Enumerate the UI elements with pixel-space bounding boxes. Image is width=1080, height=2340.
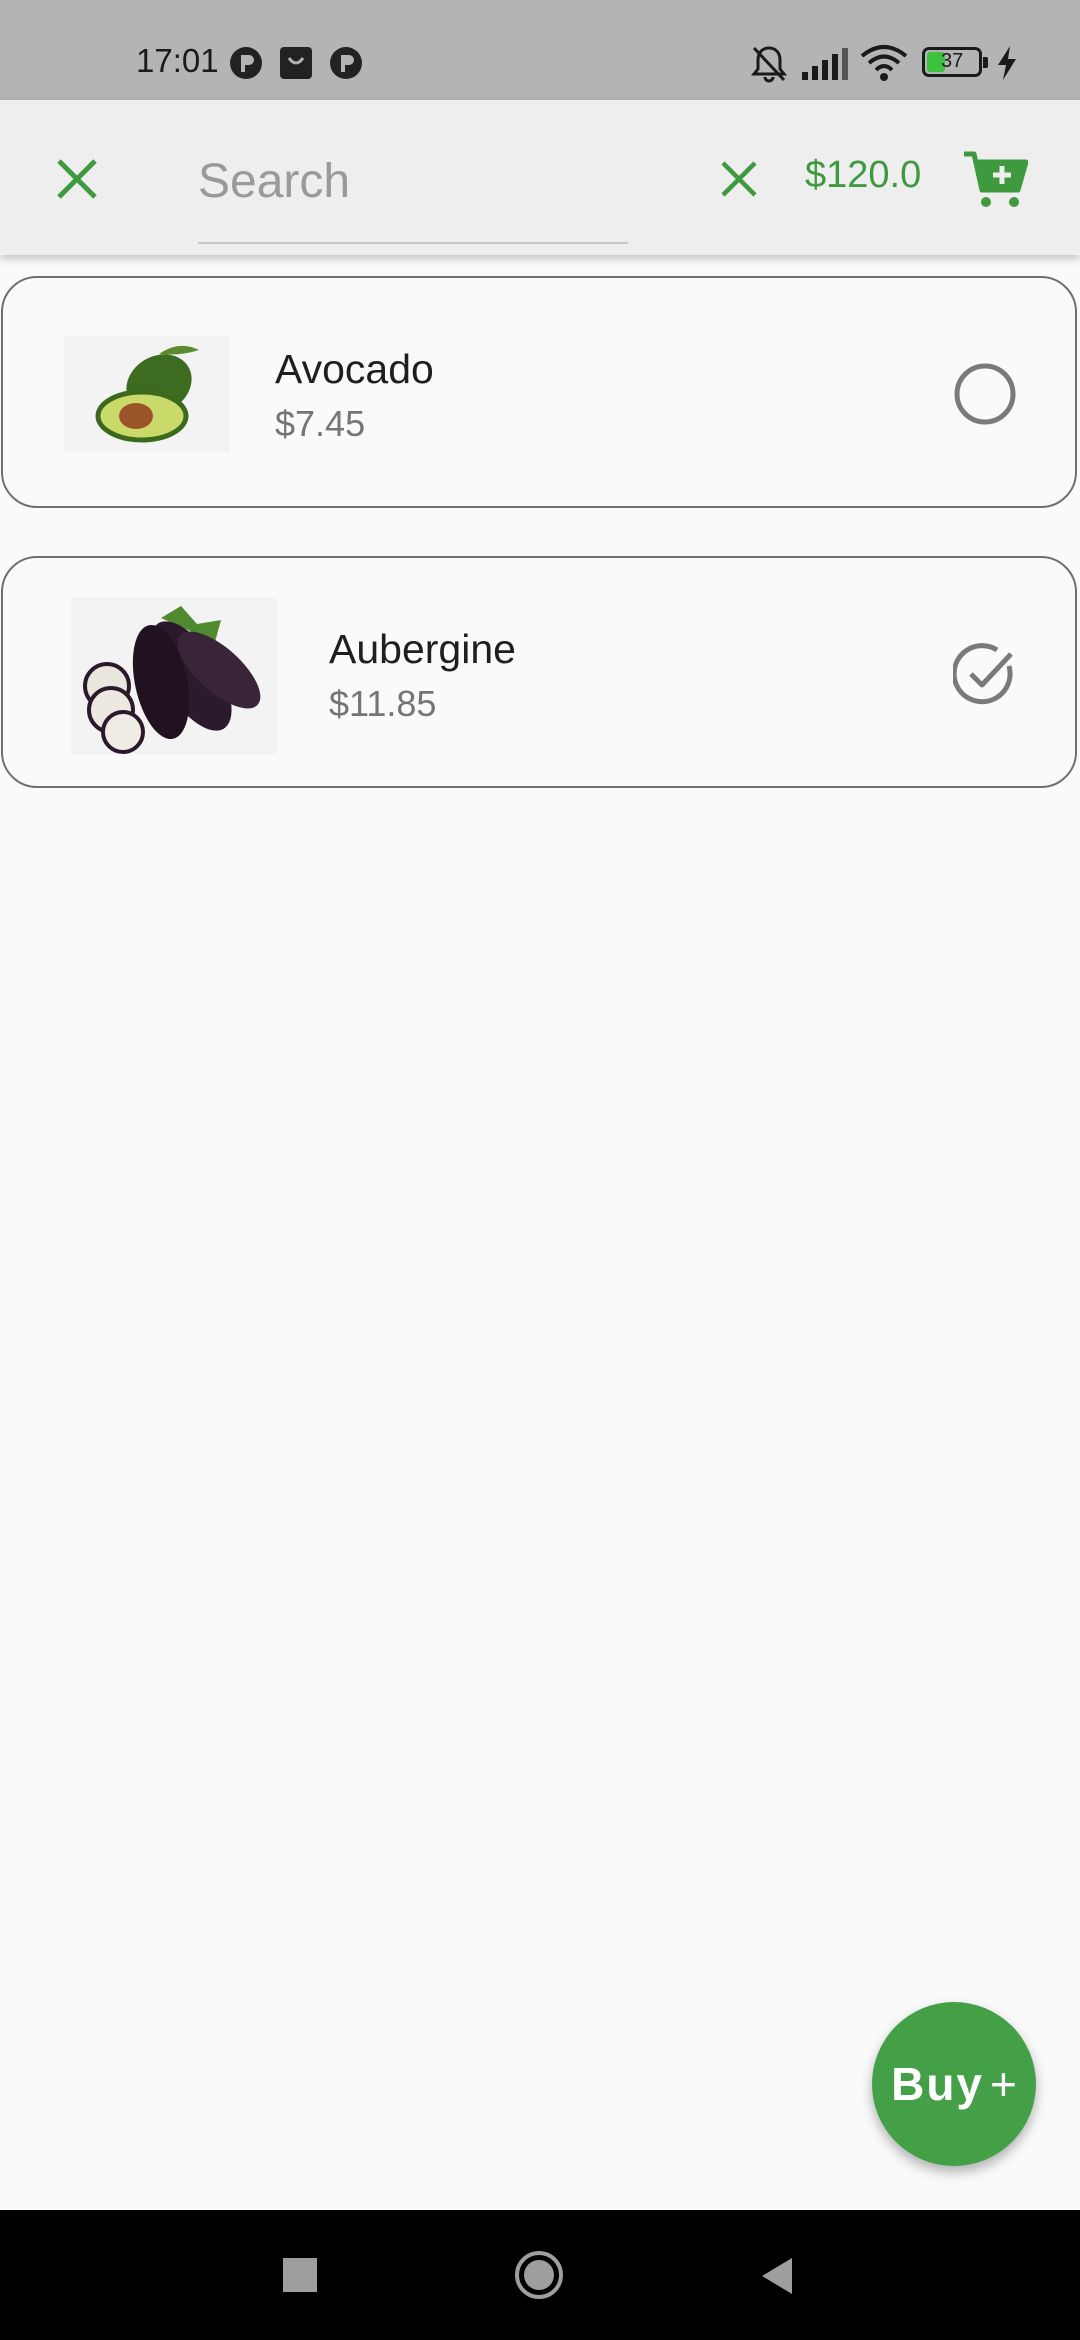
battery-icon: 37 [922, 47, 988, 77]
recents-button[interactable] [283, 2258, 317, 2292]
list-item[interactable]: Avocado $7.45 [1, 276, 1077, 508]
home-icon [515, 2251, 563, 2299]
status-time: 17:01 [136, 42, 219, 79]
buy-label: Buy [891, 2058, 985, 2110]
battery-level: 37 [941, 50, 964, 72]
p-circle-icon [230, 47, 262, 79]
add-to-cart-button[interactable] [955, 140, 1035, 220]
system-nav-bar [0, 2210, 1080, 2340]
balance-amount: $120.0 [805, 154, 922, 196]
aubergine-image [71, 598, 277, 754]
back-button[interactable] [758, 2256, 794, 2296]
avocado-image [64, 336, 230, 452]
bag-icon [280, 47, 312, 79]
back-icon [762, 2258, 792, 2294]
check-circle-icon[interactable] [953, 642, 1017, 706]
item-price: $11.85 [329, 683, 437, 724]
home-button[interactable] [514, 2250, 564, 2300]
list-item[interactable]: Aubergine $11.85 [1, 556, 1077, 788]
close-search-button[interactable] [40, 142, 114, 216]
buy-button[interactable]: Buy + [872, 2002, 1036, 2166]
close-icon [57, 159, 97, 199]
clear-search-button[interactable] [706, 146, 772, 212]
item-price: $7.45 [275, 403, 366, 444]
charging-icon [998, 46, 1016, 80]
status-bar: 17:01 37 [0, 0, 1080, 100]
app-bar: $120.0 [0, 100, 1080, 255]
search-field [198, 130, 628, 244]
search-input[interactable] [198, 146, 628, 216]
signal-icon [802, 48, 848, 80]
bell-off-icon [750, 46, 788, 83]
p-circle-icon [330, 47, 362, 79]
wifi-icon [860, 45, 908, 81]
cart-plus-icon [964, 151, 1028, 207]
item-name: Aubergine [329, 626, 516, 672]
clear-icon [721, 161, 757, 197]
radio-unchecked-icon[interactable] [953, 362, 1017, 426]
item-name: Avocado [275, 346, 434, 392]
plus-icon: + [990, 2058, 1017, 2110]
